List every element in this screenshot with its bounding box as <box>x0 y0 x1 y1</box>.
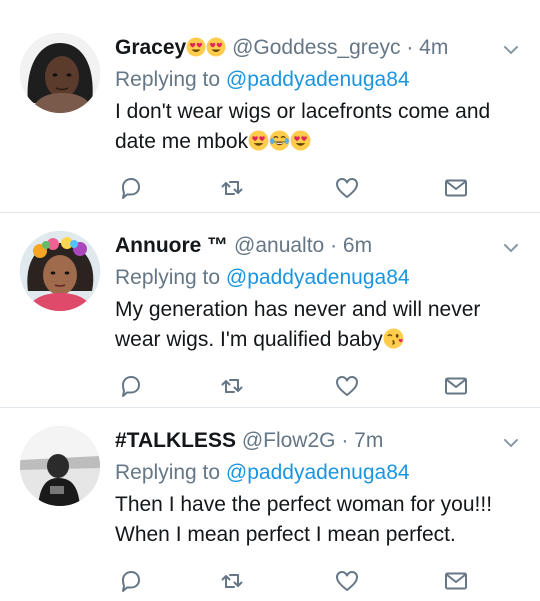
chevron-down-icon[interactable] <box>500 39 522 61</box>
heart-eyes-emoji-icon <box>186 36 206 57</box>
separator-dot: · <box>330 234 338 257</box>
replying-to-label: Replying to <box>115 461 221 484</box>
envelope-icon[interactable] <box>443 373 469 399</box>
replying-to-label: Replying to <box>115 266 221 289</box>
tweet-text-line: Then I have the perfect woman for you!!! <box>115 493 493 516</box>
display-name[interactable]: #TALKLESS <box>115 429 236 452</box>
tears-of-joy-emoji-icon <box>269 130 290 151</box>
chevron-down-icon[interactable] <box>500 237 522 259</box>
reply-icon[interactable] <box>118 568 144 594</box>
timestamp[interactable]: 7m <box>354 429 383 452</box>
tweet-text-line: wear wigs. I'm qualified baby <box>115 325 525 355</box>
heart-icon[interactable] <box>334 568 360 594</box>
separator-dot: · <box>406 36 414 59</box>
envelope-icon[interactable] <box>443 568 469 594</box>
timestamp[interactable]: 6m <box>343 234 372 257</box>
heart-icon[interactable] <box>334 175 360 201</box>
display-name[interactable]: Gracey <box>115 36 186 59</box>
tweet-header: Gracey @Goddess_greyc · 4m <box>115 33 515 63</box>
tweet-header: Annuore ™ @anualto · 6m <box>115 231 515 261</box>
reply-to-handle[interactable]: @paddyadenuga84 <box>226 266 410 289</box>
avatar[interactable] <box>20 426 100 506</box>
retweet-icon[interactable] <box>219 175 245 201</box>
tweet-actions <box>115 373 475 401</box>
tweet-text: Then I have the perfect woman for you!!!… <box>115 490 525 550</box>
tweet-actions <box>115 175 475 203</box>
display-name[interactable]: Annuore ™ <box>115 234 228 257</box>
replying-to: Replying to @paddyadenuga84 <box>115 263 410 293</box>
retweet-icon[interactable] <box>219 373 245 399</box>
replying-to-label: Replying to <box>115 68 221 91</box>
heart-eyes-emoji-icon <box>206 36 226 57</box>
tweet[interactable]: Gracey @Goddess_greyc · 4m Replying to @… <box>0 15 540 212</box>
heart-icon[interactable] <box>334 373 360 399</box>
timestamp[interactable]: 4m <box>419 36 448 59</box>
kissing-wink-emoji-icon <box>383 328 404 349</box>
retweet-icon[interactable] <box>219 568 245 594</box>
tweet-header: #TALKLESS @Flow2G · 7m <box>115 426 515 456</box>
tweet[interactable]: #TALKLESS @Flow2G · 7m Replying to @padd… <box>0 408 540 601</box>
envelope-icon[interactable] <box>443 175 469 201</box>
chevron-down-icon[interactable] <box>500 432 522 454</box>
user-handle[interactable]: @anualto <box>234 234 324 257</box>
tweet-text-line: I don't wear wigs or lacefronts come and <box>115 100 491 123</box>
tweet-text-line: My generation has never and will never <box>115 298 481 321</box>
avatar[interactable] <box>20 231 100 311</box>
user-handle[interactable]: @Goddess_greyc <box>232 36 400 59</box>
tweet-feed: Gracey @Goddess_greyc · 4m Replying to @… <box>0 0 540 601</box>
replying-to: Replying to @paddyadenuga84 <box>115 65 410 95</box>
heart-eyes-emoji-icon <box>248 130 269 151</box>
reply-to-handle[interactable]: @paddyadenuga84 <box>226 68 410 91</box>
heart-eyes-emoji-icon <box>290 130 311 151</box>
tweet-text-fragment: date me mbok <box>115 130 249 153</box>
avatar[interactable] <box>20 33 100 113</box>
tweet-text-fragment: wear wigs. I'm qualified baby <box>115 328 383 351</box>
replying-to: Replying to @paddyadenuga84 <box>115 458 410 488</box>
reply-to-handle[interactable]: @paddyadenuga84 <box>226 461 410 484</box>
separator-dot: · <box>341 429 349 452</box>
user-handle[interactable]: @Flow2G <box>242 429 336 452</box>
tweet-actions <box>115 568 475 596</box>
tweet[interactable]: Annuore ™ @anualto · 6m Replying to @pad… <box>0 213 540 407</box>
tweet-text-line: When I mean perfect I mean perfect. <box>115 523 456 546</box>
tweet-text: My generation has never and will never w… <box>115 295 525 355</box>
reply-icon[interactable] <box>118 175 144 201</box>
reply-icon[interactable] <box>118 373 144 399</box>
tweet-text: I don't wear wigs or lacefronts come and… <box>115 97 525 157</box>
tweet-text-line: date me mbok <box>115 127 525 157</box>
